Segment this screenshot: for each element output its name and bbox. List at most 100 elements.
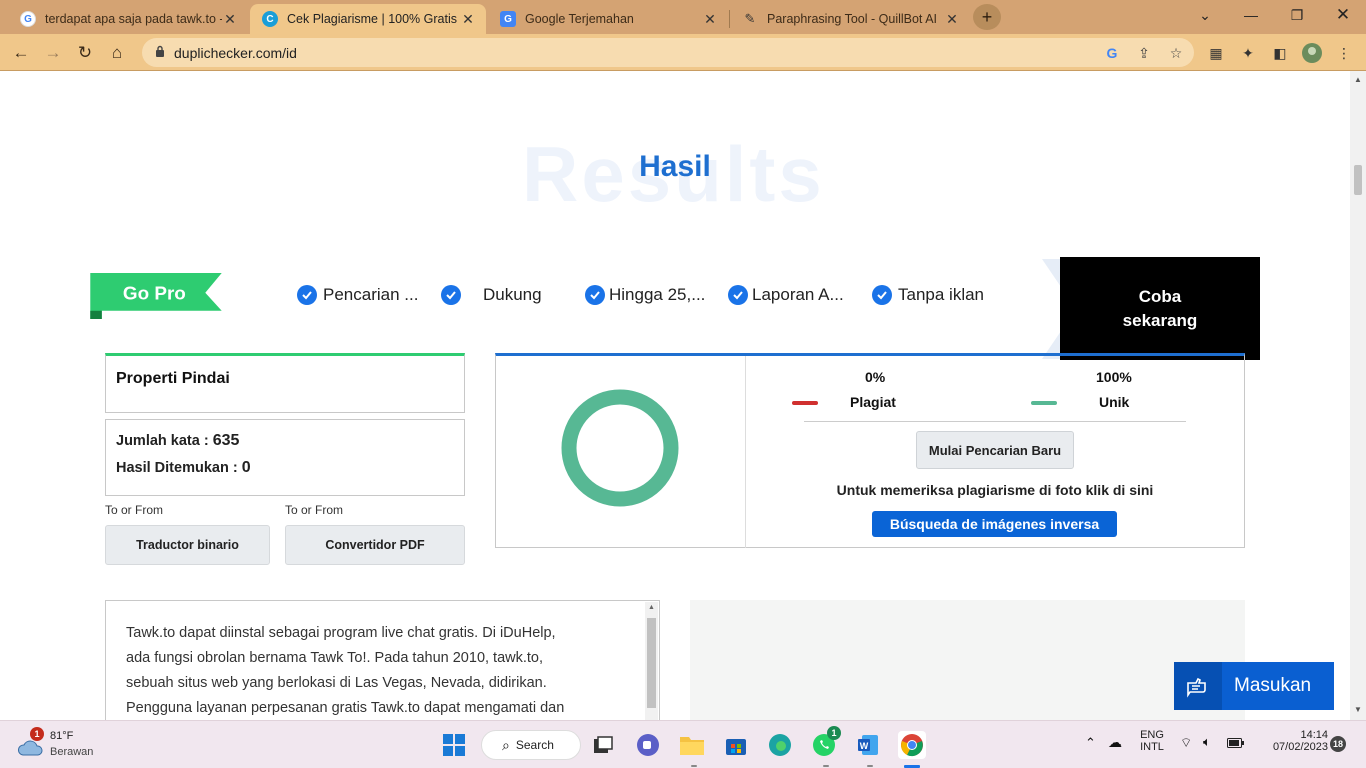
photo-check-text: Untuk memeriksa plagiarisme di foto klik… [836,482,1154,498]
windows-start-icon[interactable] [440,731,468,759]
tab-title: Paraphrasing Tool - QuillBot AI [767,12,938,26]
scan-properties-card: Properti Pindai [105,353,465,413]
scroll-thumb[interactable] [1354,165,1362,195]
chrome-icon[interactable] [898,731,926,759]
whatsapp-icon[interactable]: 1 [810,726,841,759]
back-icon[interactable]: ← [8,40,34,66]
binary-translator-button[interactable]: Traductor binario [105,525,270,565]
show-hidden-icons[interactable]: ⌃ [1085,735,1096,751]
task-view-icon[interactable] [589,731,617,759]
tab-2[interactable]: C Cek Plagiarisme | 100% Gratis & I ✕ [250,4,486,34]
language-indicator[interactable]: ENG INTL [1138,729,1166,753]
results-found-value: 0 [241,459,251,476]
checked-text-area[interactable]: Tawk.to dapat diinstal sebagai program l… [105,600,660,720]
tab-3[interactable]: G Google Terjemahan ✕ [488,4,728,34]
close-tab-icon[interactable]: ✕ [944,11,960,28]
home-icon[interactable]: ⌂ [104,40,130,66]
feedback-icon [1174,662,1222,710]
try-now-button[interactable]: Coba sekarang [1060,257,1260,360]
plagiat-percent: 0% [865,369,886,385]
microsoft-store-icon[interactable] [722,731,750,759]
side-panel-icon[interactable]: ◧ [1270,43,1290,63]
plagiat-legend-swatch [792,401,818,405]
word-count-label: Jumlah kata : [116,433,209,449]
text-line: Tawk.to dapat diinstal sebagai program l… [126,625,556,641]
taskbar-search-label: Search [515,738,554,752]
check-icon [872,285,892,305]
checked-text: Tawk.to dapat diinstal sebagai program l… [126,621,626,720]
page-scrollbar[interactable]: ▲ ▼ [1350,71,1366,720]
feature-label: Hingga 25,... [609,285,706,304]
check-icon [297,285,317,305]
new-search-button[interactable]: Mulai Pencarian Baru [916,431,1074,469]
tab-4[interactable]: ✎ Paraphrasing Tool - QuillBot AI ✕ [730,4,970,34]
feedback-label: Masukan [1234,675,1312,696]
word-icon[interactable]: W [854,731,882,759]
restore-icon[interactable]: ❐ [1274,0,1320,30]
scroll-down-icon[interactable]: ▼ [1354,705,1362,714]
tab-title: terdapat apa saja pada tawk.to - [45,12,222,26]
scan-counts-card: Jumlah kata : 635 Hasil Ditemukan : 0 [105,419,465,496]
language-code: ENG [1140,729,1164,741]
close-tab-icon[interactable]: ✕ [702,11,718,28]
results-found-label: Hasil Ditemukan : [116,460,238,476]
google-lens-icon[interactable]: G [1102,43,1122,63]
gopro-banner: Go Pro [90,273,222,319]
check-icon [585,285,605,305]
tool-caption: To or From [285,503,344,517]
windows-taskbar: 1 81°F Berawan ⌕ Search 1 W ⌃ ☁ ENG INTL… [0,720,1366,768]
tab-1[interactable]: G terdapat apa saja pada tawk.to - ✕ [8,4,248,34]
clock[interactable]: 14:14 07/02/2023 [1258,729,1328,753]
feature-item: Laporan A... [728,285,844,305]
text-scrollbar[interactable]: ▲ [645,602,658,720]
file-explorer-icon[interactable] [678,731,706,759]
reload-icon[interactable]: ↻ [72,40,98,66]
feature-label: Tanpa iklan [898,285,985,304]
feature-item: Hingga 25,... [585,285,705,305]
chat-app-icon[interactable] [634,731,662,759]
minimize-icon[interactable]: — [1228,0,1274,30]
check-icon [441,285,461,305]
close-tab-icon[interactable]: ✕ [460,11,476,28]
edge-icon[interactable] [766,731,794,759]
word-count-row: Jumlah kata : 635 [116,432,239,450]
feature-label: Pencarian ... [323,285,419,304]
close-tab-icon[interactable]: ✕ [222,11,238,28]
wifi-icon[interactable]: ⌔ [1180,735,1192,751]
close-window-icon[interactable]: ✕ [1320,0,1366,30]
extension-icon[interactable]: ▦ [1206,43,1226,63]
reverse-image-search-button[interactable]: Búsqueda de imágenes inversa [872,511,1117,537]
page-content: Results Hasil Go Pro Pencarian ... Dukun… [0,71,1350,720]
feedback-button[interactable]: Masukan [1174,662,1334,710]
feature-label: Dukung [483,285,542,304]
address-bar[interactable]: duplichecker.com/id G ⇪ ☆ [142,38,1194,67]
tab-title: Cek Plagiarisme | 100% Gratis & I [287,12,460,26]
volume-icon[interactable]: 🔈︎ [1203,734,1211,750]
unique-arc [561,389,679,507]
feature-item: Pencarian ... [297,285,418,305]
share-icon[interactable]: ⇪ [1134,43,1154,63]
result-card: 0% Plagiat 100% Unik Mulai Pencarian Bar… [495,353,1245,548]
plagiat-label: Plagiat [850,394,896,410]
tab-search-icon[interactable]: ⌄ [1182,0,1228,30]
taskbar-search-box[interactable]: ⌕ Search [481,730,581,760]
forward-icon[interactable]: → [40,40,66,66]
browser-toolbar: ← → ↻ ⌂ duplichecker.com/id G ⇪ ☆ ▦ ✦ ◧ … [0,34,1366,71]
notification-badge[interactable]: 18 [1330,736,1346,752]
bookmark-star-icon[interactable]: ☆ [1166,43,1186,63]
google-translate-icon: G [500,11,516,27]
onedrive-icon[interactable]: ☁ [1108,734,1122,751]
scroll-up-icon[interactable]: ▲ [1354,75,1362,84]
pdf-converter-button[interactable]: Convertidor PDF [285,525,465,565]
quillbot-icon: ✎ [744,11,756,26]
svg-text:W: W [860,741,869,751]
weather-widget[interactable]: 1 81°F Berawan [14,727,124,763]
battery-icon[interactable] [1227,736,1245,754]
new-tab-button[interactable]: + [973,4,1001,30]
weather-temp: 81°F [50,730,74,742]
puzzle-icon[interactable]: ✦ [1238,43,1258,63]
menu-icon[interactable]: ⋮ [1334,43,1354,63]
scan-properties-title: Properti Pindai [116,370,230,387]
text-line: Pengguna layanan perpesanan gratis Tawk.… [126,700,565,716]
profile-avatar-icon[interactable] [1302,43,1322,63]
